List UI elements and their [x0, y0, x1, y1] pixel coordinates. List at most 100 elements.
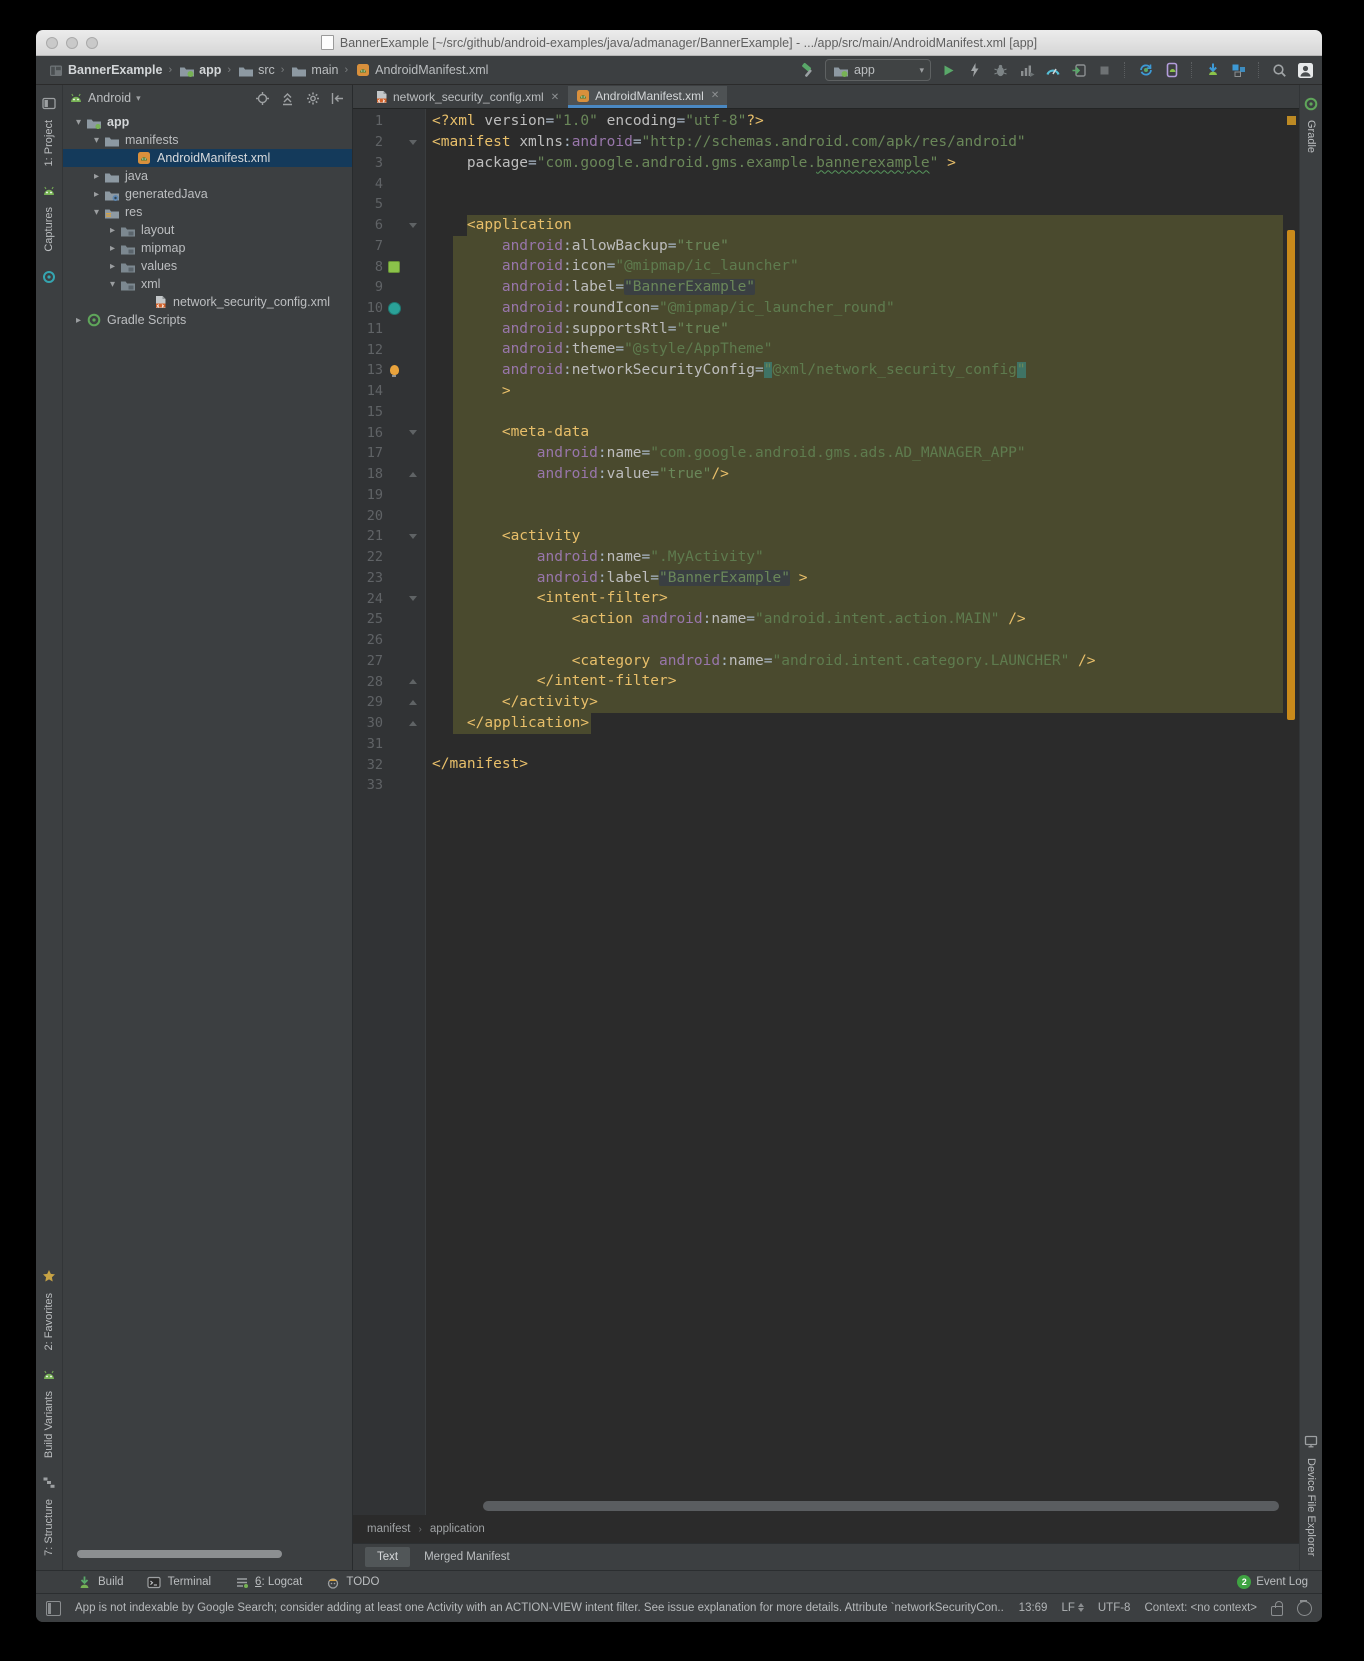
sync-icon[interactable] — [1137, 62, 1154, 79]
search-icon[interactable] — [1271, 62, 1288, 79]
avatar-icon[interactable] — [1297, 62, 1314, 79]
avd-icon[interactable] — [1163, 62, 1180, 79]
tool-stripe-label[interactable]: 1: Project — [43, 120, 55, 166]
tree-item-values[interactable]: ▸values — [63, 257, 352, 275]
xml-breadcrumb-application[interactable]: application — [430, 1523, 485, 1535]
fold-marker-icon[interactable] — [409, 596, 417, 601]
fold-marker-icon[interactable] — [409, 140, 417, 145]
gradle-icon[interactable] — [1303, 95, 1320, 112]
tree-item-xml[interactable]: ▾xml — [63, 275, 352, 293]
context-indicator[interactable]: Context: <no context> — [1144, 1602, 1257, 1614]
tree-item-layout[interactable]: ▸layout — [63, 221, 352, 239]
tool-stripe-label[interactable]: 2: Favorites — [43, 1293, 55, 1350]
tool-stripe-label[interactable]: Gradle — [1305, 120, 1317, 153]
inspections-hector-icon[interactable] — [1297, 1601, 1312, 1616]
toolwindow-button-terminal[interactable]: Terminal — [146, 1574, 211, 1591]
close-window-button[interactable] — [46, 37, 58, 49]
device-icon[interactable] — [1303, 1433, 1320, 1450]
zoom-window-button[interactable] — [86, 37, 98, 49]
highlight-range-mark[interactable] — [1287, 230, 1295, 720]
sdk-icon[interactable] — [1204, 62, 1221, 79]
close-icon[interactable]: ✕ — [711, 90, 719, 101]
tool-stripe-label[interactable]: 7: Structure — [43, 1499, 55, 1556]
tree-item-network-security-config-xml[interactable]: network_security_config.xml — [63, 293, 352, 311]
tree-item-manifests[interactable]: ▾manifests — [63, 131, 352, 149]
view-tab-text[interactable]: Text — [365, 1547, 410, 1567]
tree-expand-arrow[interactable]: ▸ — [89, 189, 104, 200]
toolwindow-button-todo[interactable]: TODO — [324, 1574, 379, 1591]
project-view-selector[interactable]: Android — [88, 91, 131, 105]
run-configuration-select[interactable]: app▾ — [825, 59, 931, 81]
tree-item-java[interactable]: ▸java — [63, 167, 352, 185]
collapse-all-icon[interactable] — [279, 90, 296, 107]
droid-icon[interactable] — [41, 1366, 58, 1383]
caret-position[interactable]: 13:69 — [1019, 1602, 1048, 1614]
file-encoding[interactable]: UTF-8 — [1098, 1602, 1131, 1614]
xml-breadcrumb-manifest[interactable]: manifest — [367, 1523, 410, 1535]
fold-marker-icon[interactable] — [409, 223, 417, 228]
project-hscrollbar[interactable] — [77, 1550, 282, 1558]
tree-expand-arrow[interactable]: ▸ — [105, 225, 120, 236]
android-resource-icon[interactable] — [388, 261, 400, 273]
star-icon[interactable] — [41, 1268, 58, 1285]
close-icon[interactable]: ✕ — [551, 92, 559, 103]
tool-stripe-label[interactable]: Build Variants — [43, 1391, 55, 1458]
locate-icon[interactable] — [254, 90, 271, 107]
breadcrumb-item-bannerexample[interactable]: BannerExample — [44, 60, 165, 81]
profiler-icon[interactable] — [41, 268, 58, 285]
project-tool-icon[interactable] — [41, 95, 58, 112]
editor-tab-androidmanifest-xml[interactable]: AndroidManifest.xml✕ — [568, 86, 727, 108]
breadcrumb-item-src[interactable]: src — [234, 60, 278, 81]
hide-icon[interactable] — [329, 90, 346, 107]
inspector-icon[interactable] — [1230, 62, 1247, 79]
tree-expand-arrow[interactable]: ▾ — [105, 279, 120, 290]
tree-item-mipmap[interactable]: ▸mipmap — [63, 239, 352, 257]
tree-expand-arrow[interactable]: ▸ — [89, 171, 104, 182]
bolt-icon[interactable] — [966, 62, 983, 79]
error-stripe[interactable] — [1284, 109, 1299, 1515]
breadcrumb-item-app[interactable]: app — [175, 60, 224, 81]
tree-expand-arrow[interactable]: ▸ — [105, 243, 120, 254]
fold-marker-icon[interactable] — [409, 679, 417, 684]
tree-expand-arrow[interactable]: ▸ — [105, 261, 120, 272]
line-separator-indicator[interactable]: LF — [1061, 1602, 1083, 1614]
view-tab-merged-manifest[interactable]: Merged Manifest — [412, 1547, 522, 1567]
structure-icon[interactable] — [41, 1474, 58, 1491]
fold-marker-icon[interactable] — [409, 721, 417, 726]
editor-tab-network-security-config-xml[interactable]: network_security_config.xml✕ — [367, 86, 567, 108]
readonly-lock-icon[interactable] — [1271, 1606, 1283, 1616]
android-resource-icon[interactable] — [388, 302, 401, 315]
fold-marker-icon[interactable] — [409, 472, 417, 477]
tree-expand-arrow[interactable]: ▾ — [89, 135, 104, 146]
tree-expand-arrow[interactable]: ▾ — [89, 207, 104, 218]
stop-icon[interactable] — [1096, 62, 1113, 79]
debug-icon[interactable] — [992, 62, 1009, 79]
hammer-icon[interactable] — [799, 62, 816, 79]
editor-code[interactable]: <?xml version="1.0" encoding="utf-8"?><m… — [426, 109, 1299, 1515]
warning-mark[interactable] — [1287, 116, 1296, 125]
tool-stripe-label[interactable]: Device File Explorer — [1305, 1458, 1317, 1556]
tree-item-app[interactable]: ▾app — [63, 113, 352, 131]
fold-marker-icon[interactable] — [409, 534, 417, 539]
toolwindow-button-6-logcat[interactable]: 6: Logcat — [233, 1574, 302, 1591]
tree-item-gradle-scripts[interactable]: ▸Gradle Scripts — [63, 311, 352, 329]
fold-marker-icon[interactable] — [409, 700, 417, 705]
attach-icon[interactable] — [1070, 62, 1087, 79]
tree-expand-arrow[interactable]: ▸ — [71, 315, 86, 326]
breadcrumb-item-androidmanifest-xml[interactable]: AndroidManifest.xml — [351, 60, 491, 81]
intention-bulb-icon[interactable] — [390, 365, 399, 375]
tree-item-androidmanifest-xml[interactable]: AndroidManifest.xml — [63, 149, 352, 167]
toolwindow-toggle-icon[interactable] — [46, 1601, 61, 1616]
tool-stripe-label[interactable]: Captures — [43, 207, 55, 252]
breadcrumb-item-main[interactable]: main — [287, 60, 341, 81]
settings-icon[interactable] — [304, 90, 321, 107]
fold-marker-icon[interactable] — [409, 430, 417, 435]
minimize-window-button[interactable] — [66, 37, 78, 49]
tree-item-generatedjava[interactable]: ▸generatedJava — [63, 185, 352, 203]
toolwindow-button-event-log[interactable]: 2Event Log — [1237, 1575, 1308, 1589]
tree-expand-arrow[interactable]: ▾ — [71, 117, 86, 128]
tree-item-res[interactable]: ▾res — [63, 203, 352, 221]
droid-icon[interactable] — [41, 182, 58, 199]
profile-icon[interactable] — [1018, 62, 1035, 79]
editor-hscrollbar[interactable] — [483, 1501, 1279, 1511]
